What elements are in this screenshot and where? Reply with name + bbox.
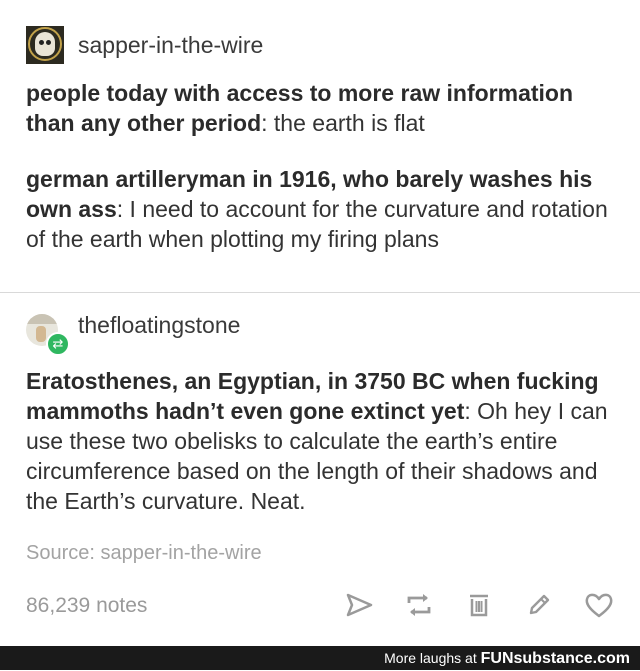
edit-icon[interactable] <box>522 588 556 622</box>
share-icon[interactable] <box>342 588 376 622</box>
eye-left <box>39 40 44 45</box>
notes-count[interactable]: 86,239 notes <box>26 594 147 618</box>
skull-figure <box>35 32 55 56</box>
avatar-hat <box>26 314 58 324</box>
reblogger-header: ⇄ thefloatingstone <box>26 312 240 356</box>
avatar[interactable]: ⇄ <box>26 312 70 356</box>
site-watermark: More laughs at FUNsubstance.com <box>0 646 640 670</box>
reblog-icon[interactable] <box>402 588 436 622</box>
delete-icon[interactable] <box>462 588 496 622</box>
reblog-badge-icon: ⇄ <box>46 332 70 356</box>
avatar-skin <box>36 326 46 342</box>
like-icon[interactable] <box>582 588 616 622</box>
post-paragraph-2: german artilleryman in 1916, who barely … <box>26 164 616 254</box>
watermark-site[interactable]: FUNsubstance.com <box>481 650 630 667</box>
post-paragraph-1: people today with access to more raw inf… <box>26 78 616 138</box>
source-link[interactable]: Source: sapper-in-the-wire <box>26 542 262 565</box>
reblogger-username[interactable]: thefloatingstone <box>78 312 240 339</box>
watermark-prefix: More laughs at <box>384 650 481 666</box>
paragraph-rest: : the earth is flat <box>261 110 425 136</box>
post-paragraph-3: Eratosthenes, an Egyptian, in 3750 BC wh… <box>26 366 616 516</box>
post-footer: 86,239 notes <box>26 588 616 624</box>
eye-right <box>46 40 51 45</box>
op-username[interactable]: sapper-in-the-wire <box>78 32 263 59</box>
avatar[interactable] <box>26 26 64 64</box>
action-bar <box>342 588 616 622</box>
op-header: sapper-in-the-wire <box>26 26 263 64</box>
divider <box>0 292 640 293</box>
